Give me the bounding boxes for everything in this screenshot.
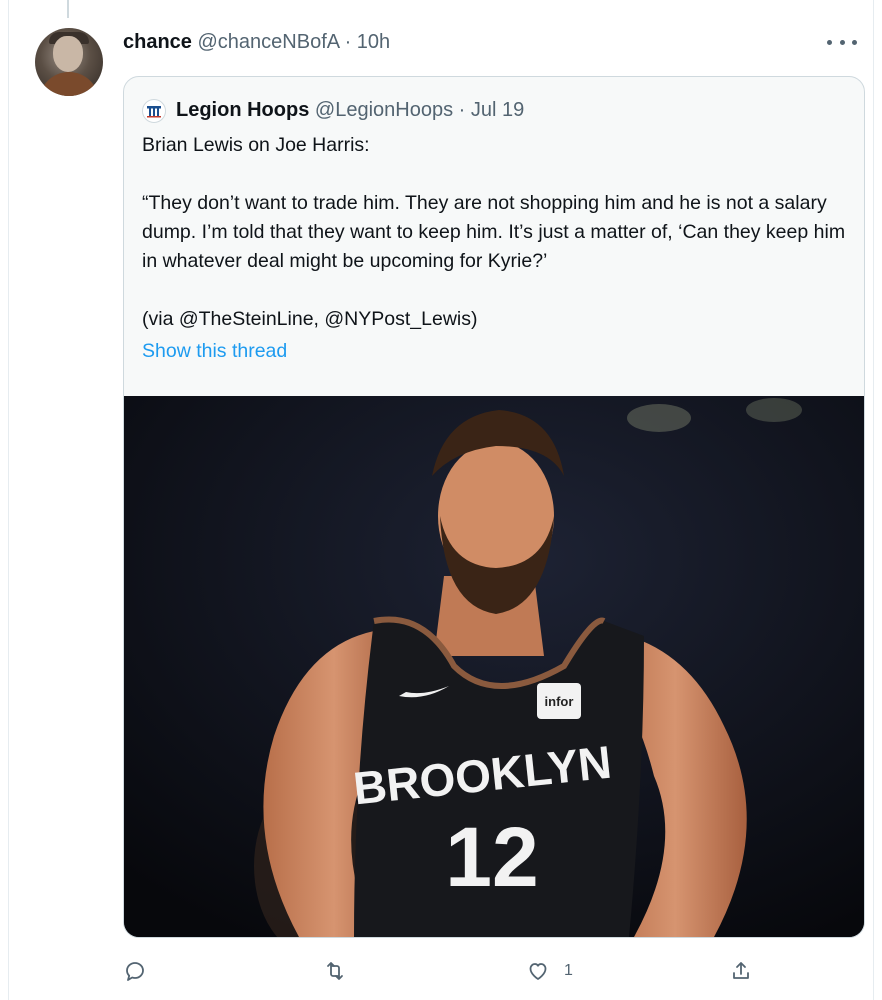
- share-button[interactable]: [729, 956, 767, 986]
- quoted-author-handle[interactable]: @LegionHoops: [315, 99, 453, 121]
- quoted-tweet[interactable]: Legion Hoops @LegionHoops · Jul 19 Brian…: [123, 76, 865, 938]
- author-name[interactable]: chance: [123, 31, 192, 53]
- jersey-number: 12: [445, 810, 538, 904]
- jersey-sponsor-patch: infor: [545, 694, 574, 709]
- like-count: 1: [564, 962, 573, 979]
- quoted-text: Brian Lewis on Joe Harris: “They don’t w…: [142, 131, 848, 366]
- share-icon: [733, 962, 749, 979]
- reply-button[interactable]: [123, 956, 161, 986]
- tweet-card[interactable]: chance @chanceNBofA · 10h Legion Hoops @…: [8, 0, 874, 1000]
- retweet-button[interactable]: [323, 956, 361, 986]
- player-photo-illustration: infor BROOKLYN 12: [124, 396, 864, 937]
- retweet-icon: [327, 962, 343, 980]
- quoted-avatar[interactable]: [142, 99, 166, 123]
- avatar-face: [53, 36, 83, 72]
- thread-line: [67, 0, 69, 18]
- more-icon[interactable]: [827, 30, 857, 54]
- author-avatar[interactable]: [35, 28, 103, 96]
- tweet-actions: 1: [123, 956, 783, 986]
- quoted-photo[interactable]: infor BROOKLYN 12: [124, 396, 864, 937]
- heart-icon: [529, 963, 547, 980]
- quoted-date[interactable]: Jul 19: [471, 99, 524, 121]
- tweet-time[interactable]: 10h: [357, 31, 390, 53]
- quoted-header: Legion Hoops @LegionHoops · Jul 19: [176, 97, 524, 123]
- quoted-paragraph: “They don’t want to trade him. They are …: [142, 192, 846, 272]
- quoted-paragraph: Brian Lewis on Joe Harris:: [142, 134, 370, 156]
- show-thread-link[interactable]: Show this thread: [142, 337, 848, 366]
- like-button[interactable]: 1: [526, 956, 573, 986]
- author-handle[interactable]: @chanceNBofA: [198, 31, 340, 53]
- avatar-coat: [39, 72, 99, 96]
- tweet-header: chance @chanceNBofA · 10h: [123, 30, 390, 54]
- reply-icon: [126, 962, 144, 981]
- legion-hoops-logo-icon: [147, 106, 161, 118]
- header-separator: ·: [344, 31, 352, 53]
- quoted-author-name[interactable]: Legion Hoops: [176, 99, 309, 121]
- quoted-separator: ·: [458, 99, 466, 121]
- quoted-paragraph: (via @TheSteinLine, @NYPost_Lewis): [142, 308, 478, 330]
